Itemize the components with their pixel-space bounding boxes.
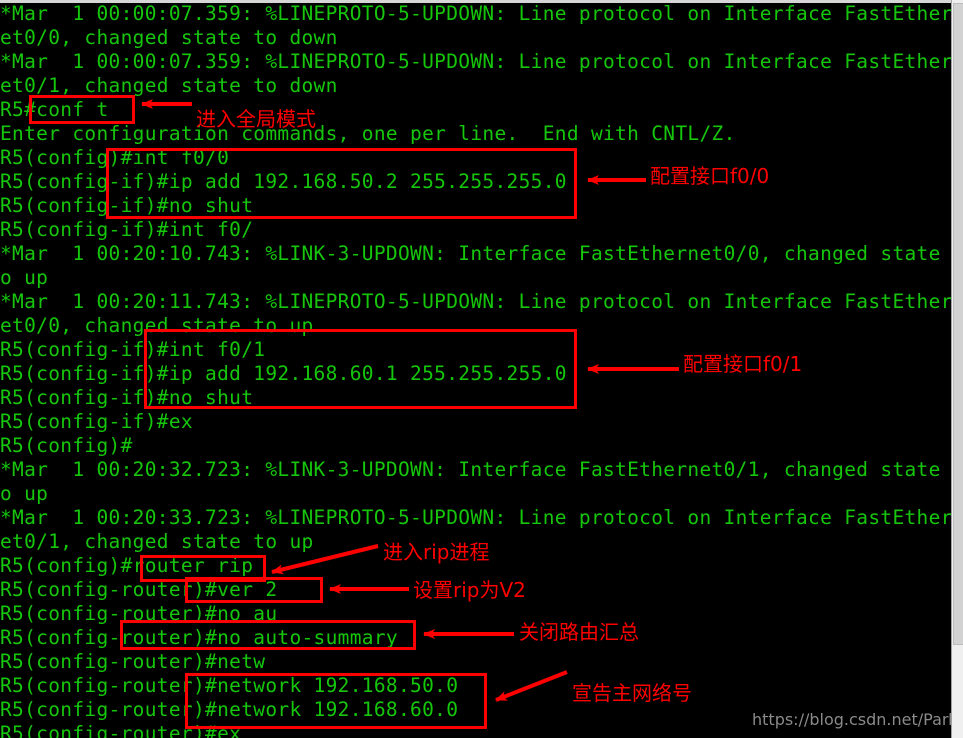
terminal-line: R5(config-router)#network 192.168.60.0 — [0, 698, 459, 721]
terminal-line: o up — [0, 266, 49, 289]
terminal-line: *Mar 1 00:20:10.743: %LINK-3-UPDOWN: Int… — [0, 242, 952, 265]
terminal-line: et0/1, changed state to down — [0, 74, 338, 97]
terminal-line: *Mar 1 00:00:07.359: %LINEPROTO-5-UPDOWN… — [0, 50, 952, 73]
terminal-line: et0/0, changed state to up — [0, 314, 314, 337]
terminal-line: R5(config-if)#ip add 192.168.50.2 255.25… — [0, 170, 567, 193]
terminal-line: R5(config)#int f0/0 — [0, 146, 230, 169]
terminal-line: R5#conf t — [0, 98, 109, 121]
terminal-line: R5(config-router)#netw — [0, 650, 266, 673]
terminal-line: R5(config)# — [0, 434, 133, 457]
scrollbar-thumb[interactable] — [953, 3, 963, 645]
terminal-line: et0/1, changed state to up — [0, 530, 314, 553]
terminal-line: et0/0, changed state to down — [0, 26, 338, 49]
terminal-line: R5(config-router)#no auto-summary — [0, 626, 398, 649]
terminal-line: *Mar 1 00:20:32.723: %LINK-3-UPDOWN: Int… — [0, 458, 952, 481]
terminal-line: *Mar 1 00:20:33.723: %LINEPROTO-5-UPDOWN… — [0, 506, 952, 529]
terminal-line: R5(config-router)#network 192.168.50.0 — [0, 674, 459, 697]
terminal-line: R5(config-if)#int f0/1 — [0, 338, 266, 361]
terminal-line: R5(config)#router rip — [0, 554, 254, 577]
terminal-line: *Mar 1 00:00:07.359: %LINEPROTO-5-UPDOWN… — [0, 3, 952, 25]
terminal-line: o up — [0, 482, 49, 505]
terminal-line: R5(config-router)#no au — [0, 602, 278, 625]
terminal-line: R5(config-router)#ver 2 — [0, 578, 278, 601]
terminal-line: R5(config-if)#no shut — [0, 194, 254, 217]
vertical-scrollbar[interactable] — [951, 0, 963, 738]
terminal-window: *Mar 1 00:00:07.359: %LINEPROTO-5-UPDOWN… — [0, 0, 963, 738]
terminal-output-area[interactable]: *Mar 1 00:00:07.359: %LINEPROTO-5-UPDOWN… — [0, 3, 952, 738]
terminal-line: Enter configuration commands, one per li… — [0, 122, 736, 145]
terminal-line: R5(config-if)#int f0/ — [0, 218, 254, 241]
terminal-line: *Mar 1 00:20:11.743: %LINEPROTO-5-UPDOWN… — [0, 290, 952, 313]
terminal-line: R5(config-if)#no shut — [0, 386, 254, 409]
terminal-line: R5(config-router)#ex — [0, 722, 242, 738]
terminal-line: R5(config-if)#ex — [0, 410, 193, 433]
terminal-line: R5(config-if)#ip add 192.168.60.1 255.25… — [0, 362, 567, 385]
